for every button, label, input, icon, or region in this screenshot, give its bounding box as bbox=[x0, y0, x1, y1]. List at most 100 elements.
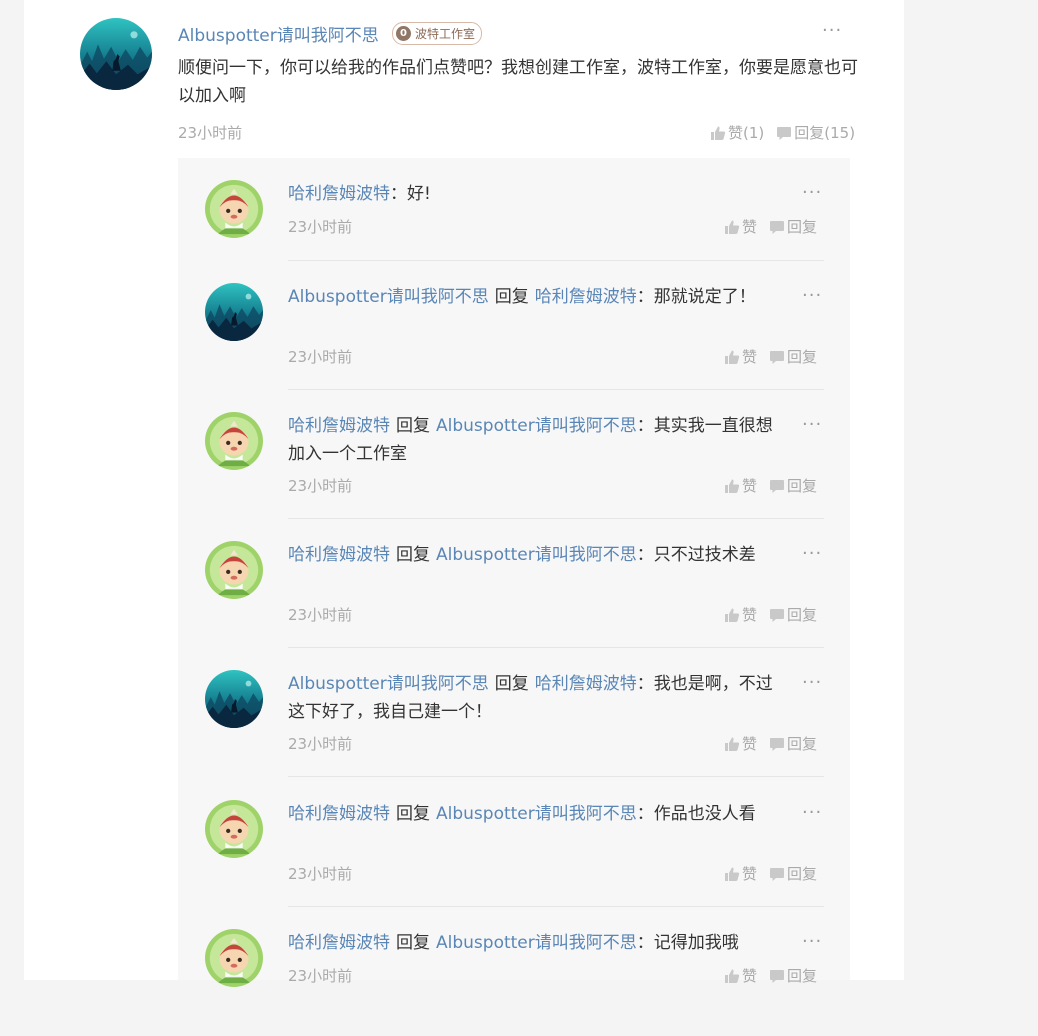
reply-time: 23小时前 bbox=[288, 865, 353, 883]
reply-target[interactable]: Albuspotter请叫我阿不思 bbox=[436, 545, 637, 565]
reply-actions: 赞 回复 bbox=[724, 216, 817, 237]
studio-badge[interactable]: 0 波特工作室 bbox=[392, 22, 483, 45]
reply-avatar[interactable] bbox=[205, 412, 263, 470]
reply-label: 回复 bbox=[787, 606, 818, 624]
reply-list: 哈利詹姆波特：好! ··· 23小时前 赞 回复 Albuspotter请叫我阿… bbox=[178, 158, 850, 980]
reply-author[interactable]: Albuspotter请叫我阿不思 bbox=[288, 674, 489, 694]
reply-target[interactable]: Albuspotter请叫我阿不思 bbox=[436, 804, 637, 824]
reply-button[interactable]: 回复 bbox=[769, 733, 817, 754]
reply-item: 哈利詹姆波特回复 Albuspotter请叫我阿不思：作品也没人看 ··· 23小… bbox=[178, 778, 850, 907]
reply-actions: 赞 回复 bbox=[724, 475, 817, 496]
reply-author[interactable]: 哈利詹姆波特 bbox=[288, 804, 390, 824]
like-label: 赞 bbox=[742, 477, 758, 495]
like-label: 赞 bbox=[742, 865, 758, 883]
reply-label: 回复 bbox=[787, 218, 818, 236]
reply-label: 回复 bbox=[787, 967, 818, 985]
more-options-icon[interactable]: ··· bbox=[822, 22, 842, 40]
reply-content: 作品也没人看 bbox=[653, 804, 756, 824]
thumbs-up-icon bbox=[724, 478, 740, 494]
reply-label: 回复 bbox=[787, 477, 818, 495]
reply-text-block: Albuspotter请叫我阿不思 回复 哈利詹姆波特：我也是啊，不过这下好了，我自… bbox=[288, 670, 788, 726]
reply-author[interactable]: 哈利詹姆波特 bbox=[288, 933, 390, 953]
reply-separator: ： bbox=[636, 416, 654, 436]
reply-content: 记得加我哦 bbox=[653, 933, 739, 953]
more-options-icon[interactable]: ··· bbox=[802, 933, 822, 951]
reply-content: 那就说定了！ bbox=[653, 287, 756, 307]
reply-avatar[interactable] bbox=[205, 541, 263, 599]
reply-item: 哈利詹姆波特 回复 Albuspotter请叫我阿不思：只不过技术差 ··· 23小… bbox=[178, 519, 850, 648]
reply-label: 回复(15) bbox=[794, 124, 856, 142]
like-label: 赞 bbox=[742, 348, 758, 366]
thumbs-up-icon bbox=[724, 968, 740, 984]
reply-item: 哈利詹姆波特 回复 Albuspotter请叫我阿不思：记得加我哦 ··· 23小时… bbox=[178, 907, 850, 1036]
reply-time: 23小时前 bbox=[288, 967, 353, 985]
more-options-icon[interactable]: ··· bbox=[802, 804, 822, 822]
like-button[interactable]: 赞 bbox=[724, 863, 757, 884]
like-button[interactable]: 赞(1) bbox=[710, 122, 764, 143]
reply-author[interactable]: 哈利詹姆波特 bbox=[288, 545, 390, 565]
chat-bubble-icon bbox=[769, 736, 785, 752]
reply-avatar[interactable] bbox=[205, 800, 263, 858]
reply-item: Albuspotter请叫我阿不思 回复 哈利詹姆波特：那就说定了！ ··· 23小… bbox=[178, 261, 850, 390]
reply-target[interactable]: Albuspotter请叫我阿不思 bbox=[436, 933, 637, 953]
reply-time: 23小时前 bbox=[288, 477, 353, 495]
like-button[interactable]: 赞 bbox=[724, 965, 757, 986]
like-button[interactable]: 赞 bbox=[724, 216, 757, 237]
author-name[interactable]: Albuspotter请叫我阿不思 bbox=[178, 21, 379, 46]
more-options-icon[interactable]: ··· bbox=[802, 184, 822, 202]
thumbs-up-icon bbox=[710, 125, 726, 141]
reply-label: 回复 bbox=[787, 735, 818, 753]
reply-target[interactable]: Albuspotter请叫我阿不思 bbox=[436, 416, 637, 436]
more-options-icon[interactable]: ··· bbox=[802, 545, 822, 563]
reply-label: 回复 bbox=[787, 865, 818, 883]
reply-word: 回复 bbox=[494, 674, 529, 694]
chat-bubble-icon bbox=[769, 968, 785, 984]
reply-button[interactable]: 回复 bbox=[769, 863, 817, 884]
reply-actions: 赞 回复 bbox=[724, 965, 817, 986]
reply-author[interactable]: Albuspotter请叫我阿不思 bbox=[288, 287, 489, 307]
reply-button[interactable]: 回复 bbox=[769, 965, 817, 986]
author-avatar[interactable] bbox=[80, 18, 152, 90]
like-button[interactable]: 赞 bbox=[724, 475, 757, 496]
reply-separator: ： bbox=[636, 287, 654, 307]
reply-button[interactable]: 回复 bbox=[769, 216, 817, 237]
like-button[interactable]: 赞 bbox=[724, 733, 757, 754]
reply-time: 23小时前 bbox=[288, 735, 353, 753]
reply-avatar[interactable] bbox=[205, 180, 263, 238]
reply-separator: ： bbox=[636, 674, 654, 694]
thumbs-up-icon bbox=[724, 866, 740, 882]
chat-bubble-icon bbox=[769, 478, 785, 494]
reply-target[interactable]: 哈利詹姆波特 bbox=[535, 674, 637, 694]
reply-time: 23小时前 bbox=[288, 606, 353, 624]
thumbs-up-icon bbox=[724, 219, 740, 235]
chat-bubble-icon bbox=[769, 219, 785, 235]
reply-separator: ： bbox=[636, 804, 654, 824]
reply-button[interactable]: 回复(15) bbox=[776, 122, 855, 143]
reply-button[interactable]: 回复 bbox=[769, 475, 817, 496]
reply-actions: 赞 回复 bbox=[724, 346, 817, 367]
more-options-icon[interactable]: ··· bbox=[802, 674, 822, 692]
reply-author[interactable]: 哈利詹姆波特 bbox=[288, 416, 390, 436]
reply-avatar[interactable] bbox=[205, 929, 263, 987]
divider bbox=[288, 776, 824, 777]
chat-bubble-icon bbox=[769, 607, 785, 623]
reply-author[interactable]: 哈利詹姆波特 bbox=[288, 184, 390, 204]
like-button[interactable]: 赞 bbox=[724, 604, 757, 625]
reply-word: 回复 bbox=[396, 545, 430, 565]
more-options-icon[interactable]: ··· bbox=[802, 416, 822, 434]
reply-button[interactable]: 回复 bbox=[769, 604, 817, 625]
more-options-icon[interactable]: ··· bbox=[802, 287, 822, 305]
reply-avatar[interactable] bbox=[205, 670, 263, 728]
reply-word: 回复 bbox=[396, 933, 430, 953]
like-label: 赞 bbox=[742, 967, 758, 985]
comment-card: Albuspotter请叫我阿不思 0 波特工作室 ··· 顺便问一下，你可以给… bbox=[24, 0, 904, 980]
reply-word: 回复 bbox=[396, 416, 430, 436]
like-label: 赞 bbox=[742, 735, 758, 753]
reply-avatar[interactable] bbox=[205, 283, 263, 341]
reply-target[interactable]: 哈利詹姆波特 bbox=[535, 287, 637, 307]
like-button[interactable]: 赞 bbox=[724, 346, 757, 367]
badge-level: 0 bbox=[396, 26, 411, 41]
reply-time: 23小时前 bbox=[288, 218, 353, 236]
reply-button[interactable]: 回复 bbox=[769, 346, 817, 367]
reply-item: Albuspotter请叫我阿不思 回复 哈利詹姆波特：我也是啊，不过这下好了，我自… bbox=[178, 648, 850, 777]
